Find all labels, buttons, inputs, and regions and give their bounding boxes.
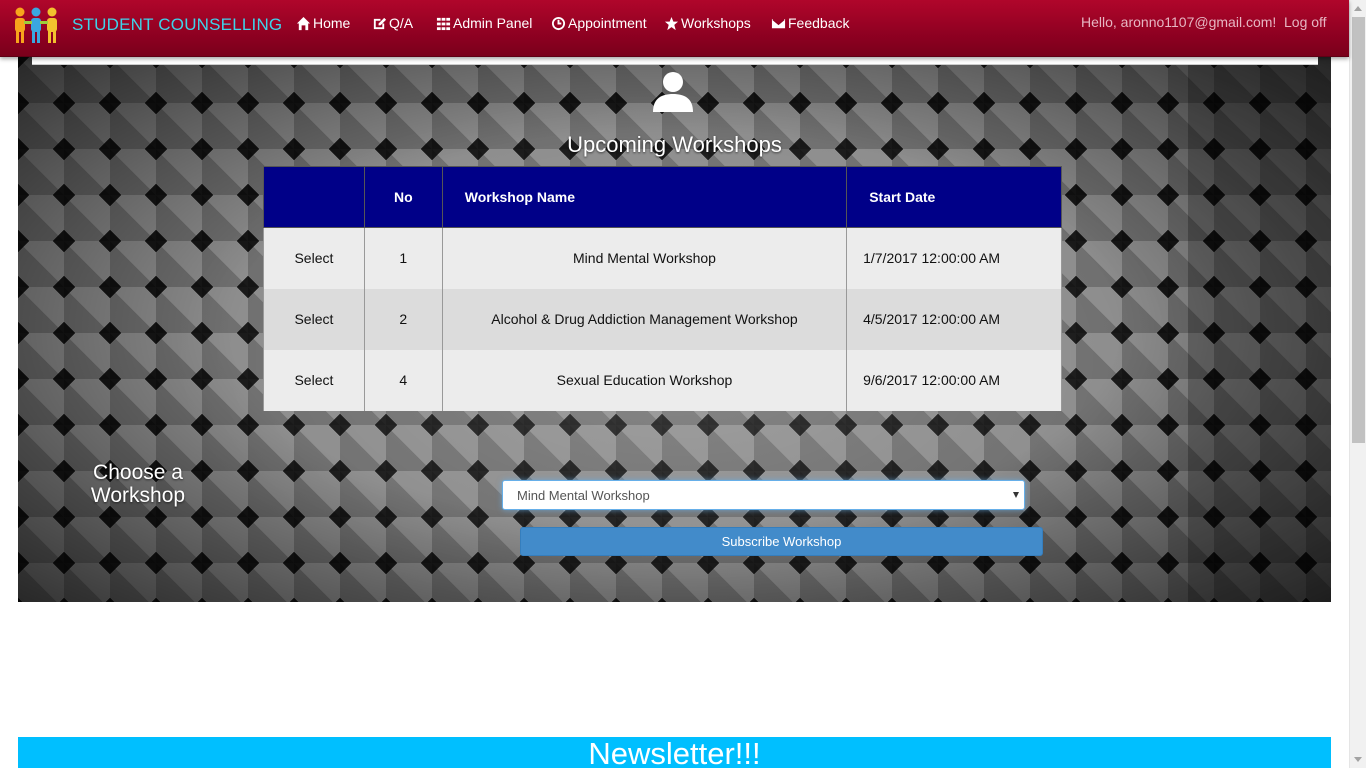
select-link[interactable]: Select	[263, 227, 365, 289]
workshops-hero: Upcoming Workshops No Workshop Name Star…	[18, 57, 1331, 602]
newsletter-section: Newsletter!!!	[18, 737, 1331, 768]
clock-icon	[551, 16, 566, 30]
nav-home-label: Home	[313, 15, 351, 31]
table-header-row: No Workshop Name Start Date	[263, 166, 1062, 228]
workshop-select-value: Mind Mental Workshop	[517, 487, 650, 503]
workshop-start-date: 4/5/2017 12:00:00 AM	[846, 288, 1062, 350]
page-scrollbar[interactable]	[1349, 0, 1366, 768]
workshop-start-date: 1/7/2017 12:00:00 AM	[846, 227, 1062, 289]
table-header-select	[263, 166, 365, 228]
star-icon	[664, 16, 679, 30]
scroll-down-icon[interactable]	[1354, 757, 1362, 762]
select-link[interactable]: Select	[263, 349, 365, 411]
nav-feedback-label: Feedback	[788, 15, 850, 31]
scroll-thumb[interactable]	[1352, 17, 1365, 443]
table-header-no: No	[363, 166, 443, 228]
table-header-name: Workshop Name	[441, 166, 848, 228]
divider-strip	[32, 57, 1318, 65]
page-title: Upcoming Workshops	[567, 132, 782, 157]
choose-workshop-label: Choose a Workshop	[90, 461, 186, 507]
grid-icon	[436, 17, 451, 30]
table-row: Select 4 Sexual Education Workshop 9/6/2…	[263, 349, 1062, 411]
user-icon	[653, 72, 693, 112]
nav-admin-label: Admin Panel	[453, 15, 533, 31]
nav-qa-label: Q/A	[389, 15, 414, 31]
nav-appointment-label: Appointment	[568, 15, 647, 31]
nav-feedback[interactable]: Feedback	[771, 13, 849, 33]
select-link[interactable]: Select	[263, 288, 365, 350]
nav-qa[interactable]: Q/A	[372, 13, 413, 33]
table-row: Select 1 Mind Mental Workshop 1/7/2017 1…	[263, 227, 1062, 289]
workshop-name: Alcohol & Drug Addiction Management Work…	[441, 288, 848, 350]
workshop-no: 2	[363, 288, 443, 350]
workshop-select[interactable]: Mind Mental Workshop	[502, 480, 1025, 510]
nav-workshops-label: Workshops	[681, 15, 751, 31]
subscribe-workshop-button[interactable]: Subscribe Workshop	[520, 527, 1043, 556]
workshop-name: Mind Mental Workshop	[441, 227, 848, 289]
newsletter-title: Newsletter!!!	[588, 737, 761, 768]
people-group-icon	[15, 7, 57, 43]
caret-down-icon	[1013, 492, 1019, 498]
brand-title: STUDENT COUNSELLING	[72, 15, 283, 34]
nav-home[interactable]: Home	[296, 13, 350, 33]
table-header-date: Start Date	[846, 166, 1062, 228]
table-row: Select 2 Alcohol & Drug Addiction Manage…	[263, 288, 1062, 350]
workshop-name: Sexual Education Workshop	[441, 349, 848, 411]
nav-appointment[interactable]: Appointment	[551, 13, 647, 33]
envelope-icon	[771, 18, 786, 28]
workshop-start-date: 9/6/2017 12:00:00 AM	[846, 349, 1062, 411]
workshop-no: 4	[363, 349, 443, 411]
brand[interactable]: STUDENT COUNSELLING	[13, 5, 282, 45]
logoff-link[interactable]: Log off	[1284, 14, 1327, 30]
nav-admin-panel[interactable]: Admin Panel	[436, 13, 532, 33]
workshop-no: 1	[363, 227, 443, 289]
edit-icon	[373, 17, 387, 29]
scroll-up-icon[interactable]	[1354, 6, 1362, 11]
navbar: STUDENT COUNSELLING Home Q/A Admin Panel…	[0, 0, 1349, 57]
nav-workshops[interactable]: Workshops	[664, 13, 751, 33]
workshops-table: No Workshop Name Start Date Select 1 Min…	[263, 166, 1062, 411]
user-greeting[interactable]: Hello, aronno1107@gmail.com!	[1081, 14, 1276, 30]
home-icon	[296, 16, 311, 30]
